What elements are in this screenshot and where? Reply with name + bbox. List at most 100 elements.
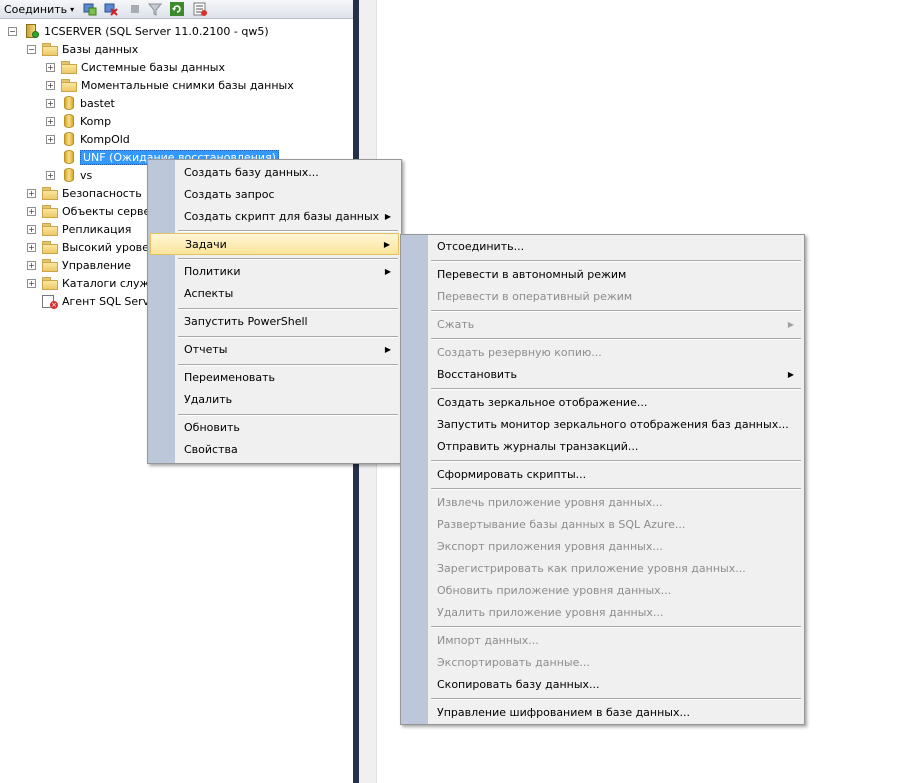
properties-icon[interactable] xyxy=(193,1,207,17)
tree-node-label: KompOld xyxy=(80,132,130,146)
tree-node-snapshots[interactable]: + Моментальные снимки базы данных xyxy=(46,76,294,94)
tree-node-db-bastet[interactable]: + bastet xyxy=(46,94,115,112)
menu-item-label: Извлечь приложение уровня данных... xyxy=(437,496,663,509)
tree-node-agent[interactable]: × Агент SQL Serve xyxy=(27,292,156,310)
menu-item-create-database[interactable]: Создать базу данных... xyxy=(150,162,399,183)
tree-node-server[interactable]: − 1CSERVER (SQL Server 11.0.2100 - qw5) xyxy=(8,22,269,40)
menu-item-label: Экспорт приложения уровня данных... xyxy=(437,540,663,553)
menu-item-label: Обновить приложение уровня данных... xyxy=(437,584,672,597)
tree-node-label: 1CSERVER (SQL Server 11.0.2100 - qw5) xyxy=(44,24,269,38)
expand-icon[interactable]: + xyxy=(27,261,36,270)
tasks-submenu: Отсоединить... Перевести в автономный ре… xyxy=(400,234,805,725)
refresh-icon[interactable] xyxy=(170,1,184,17)
menu-item-label: Отчеты xyxy=(184,343,228,356)
menu-item-register-dac: Зарегистрировать как приложение уровня д… xyxy=(403,558,802,579)
collapse-icon[interactable]: − xyxy=(8,27,17,36)
tree-node-db-vs[interactable]: + vs xyxy=(46,166,92,184)
menu-separator xyxy=(178,230,398,232)
menu-item-refresh[interactable]: Обновить xyxy=(150,417,399,438)
folder-icon xyxy=(42,241,58,254)
menu-item-label: Сжать xyxy=(437,318,475,331)
expand-icon[interactable]: + xyxy=(46,81,55,90)
menu-item-tasks[interactable]: Задачи ▶ xyxy=(150,233,399,255)
expand-icon[interactable]: + xyxy=(46,171,55,180)
expand-icon[interactable]: + xyxy=(27,225,36,234)
menu-item-label: Запустить монитор зеркального отображени… xyxy=(437,418,789,431)
tree-node-replication[interactable]: + Репликация xyxy=(27,220,131,238)
expand-icon[interactable]: + xyxy=(46,99,55,108)
menu-item-label: Задачи xyxy=(185,237,227,251)
menu-item-policies[interactable]: Политики ▶ xyxy=(150,261,399,282)
menu-item-mirror-monitor[interactable]: Запустить монитор зеркального отображени… xyxy=(403,414,802,435)
tree-node-system-databases[interactable]: + Системные базы данных xyxy=(46,58,225,76)
menu-separator xyxy=(431,460,801,462)
menu-item-reports[interactable]: Отчеты ▶ xyxy=(150,339,399,360)
menu-item-generate-scripts[interactable]: Сформировать скрипты... xyxy=(403,464,802,485)
menu-separator xyxy=(431,388,801,390)
filter-icon[interactable] xyxy=(148,1,162,17)
expand-icon[interactable]: + xyxy=(46,117,55,126)
expand-icon[interactable]: + xyxy=(27,189,36,198)
menu-item-manage-encryption[interactable]: Управление шифрованием в базе данных... xyxy=(403,702,802,723)
menu-item-label: Отсоединить... xyxy=(437,240,525,253)
menu-item-import-data: Импорт данных... xyxy=(403,630,802,651)
menu-item-shrink: Сжать ▶ xyxy=(403,314,802,335)
tree-node-db-kompold[interactable]: + KompOld xyxy=(46,130,130,148)
menu-item-label: Создать зеркальное отображение... xyxy=(437,396,648,409)
expand-icon[interactable]: + xyxy=(27,279,36,288)
menu-separator xyxy=(431,698,801,700)
tree-node-label: Высокий урове xyxy=(62,240,149,254)
menu-item-start-powershell[interactable]: Запустить PowerShell xyxy=(150,311,399,332)
tree-node-catalogs[interactable]: + Каталоги служ xyxy=(27,274,149,292)
expand-icon[interactable]: + xyxy=(46,63,55,72)
tree-node-high-availability[interactable]: + Высокий урове xyxy=(27,238,149,256)
submenu-arrow-icon: ▶ xyxy=(384,212,391,221)
menu-item-rename[interactable]: Переименовать xyxy=(150,367,399,388)
tree-node-security[interactable]: + Безопасность xyxy=(27,184,142,202)
menu-item-facets[interactable]: Аспекты xyxy=(150,283,399,304)
menu-item-copy-database[interactable]: Скопировать базу данных... xyxy=(403,674,802,695)
tree-node-server-objects[interactable]: + Объекты серве xyxy=(27,202,150,220)
submenu-arrow-icon: ▶ xyxy=(384,267,391,276)
sql-agent-icon: × xyxy=(42,294,58,309)
tree-node-label: bastet xyxy=(80,96,115,110)
menu-item-detach[interactable]: Отсоединить... xyxy=(403,236,802,257)
menu-item-take-offline[interactable]: Перевести в автономный режим xyxy=(403,264,802,285)
menu-separator xyxy=(431,260,801,262)
expand-icon[interactable]: + xyxy=(46,135,55,144)
menu-item-new-query[interactable]: Создать запрос xyxy=(150,184,399,205)
folder-icon xyxy=(42,277,58,290)
database-icon xyxy=(64,96,74,110)
disconnect-icon[interactable] xyxy=(104,1,118,17)
stop-icon[interactable] xyxy=(128,1,142,17)
menu-item-ship-logs[interactable]: Отправить журналы транзакций... xyxy=(403,436,802,457)
menu-item-label: Восстановить xyxy=(437,368,517,381)
menu-separator xyxy=(431,488,801,490)
menu-separator xyxy=(431,338,801,340)
menu-separator xyxy=(431,626,801,628)
tree-node-management[interactable]: + Управление xyxy=(27,256,131,274)
menu-item-properties[interactable]: Свойства xyxy=(150,439,399,460)
menu-item-script-database[interactable]: Создать скрипт для базы данных ▶ xyxy=(150,206,399,227)
connect-object-explorer-icon[interactable] xyxy=(83,1,97,17)
folder-icon xyxy=(61,79,77,92)
menu-item-label: Создать скрипт для базы данных xyxy=(184,210,380,223)
tree-node-databases[interactable]: − Базы данных xyxy=(27,40,138,58)
tree-node-label: Агент SQL Serve xyxy=(62,294,156,308)
menu-item-label: Сформировать скрипты... xyxy=(437,468,587,481)
tree-node-db-komp[interactable]: + Komp xyxy=(46,112,111,130)
collapse-icon[interactable]: − xyxy=(27,45,36,54)
menu-item-label: Отправить журналы транзакций... xyxy=(437,440,639,453)
menu-item-restore[interactable]: Восстановить ▶ xyxy=(403,364,802,385)
connect-button[interactable]: Соединить ▾ xyxy=(4,1,74,17)
menu-item-delete[interactable]: Удалить xyxy=(150,389,399,410)
menu-item-delete-dac: Удалить приложение уровня данных... xyxy=(403,602,802,623)
expand-icon[interactable]: + xyxy=(27,243,36,252)
menu-item-bring-online: Перевести в оперативный режим xyxy=(403,286,802,307)
menu-item-label: Скопировать базу данных... xyxy=(437,678,600,691)
expand-icon[interactable]: + xyxy=(27,207,36,216)
folder-icon xyxy=(61,61,77,74)
menu-item-mirror[interactable]: Создать зеркальное отображение... xyxy=(403,392,802,413)
menu-item-label: Запустить PowerShell xyxy=(184,315,308,328)
menu-item-label: Зарегистрировать как приложение уровня д… xyxy=(437,562,746,575)
